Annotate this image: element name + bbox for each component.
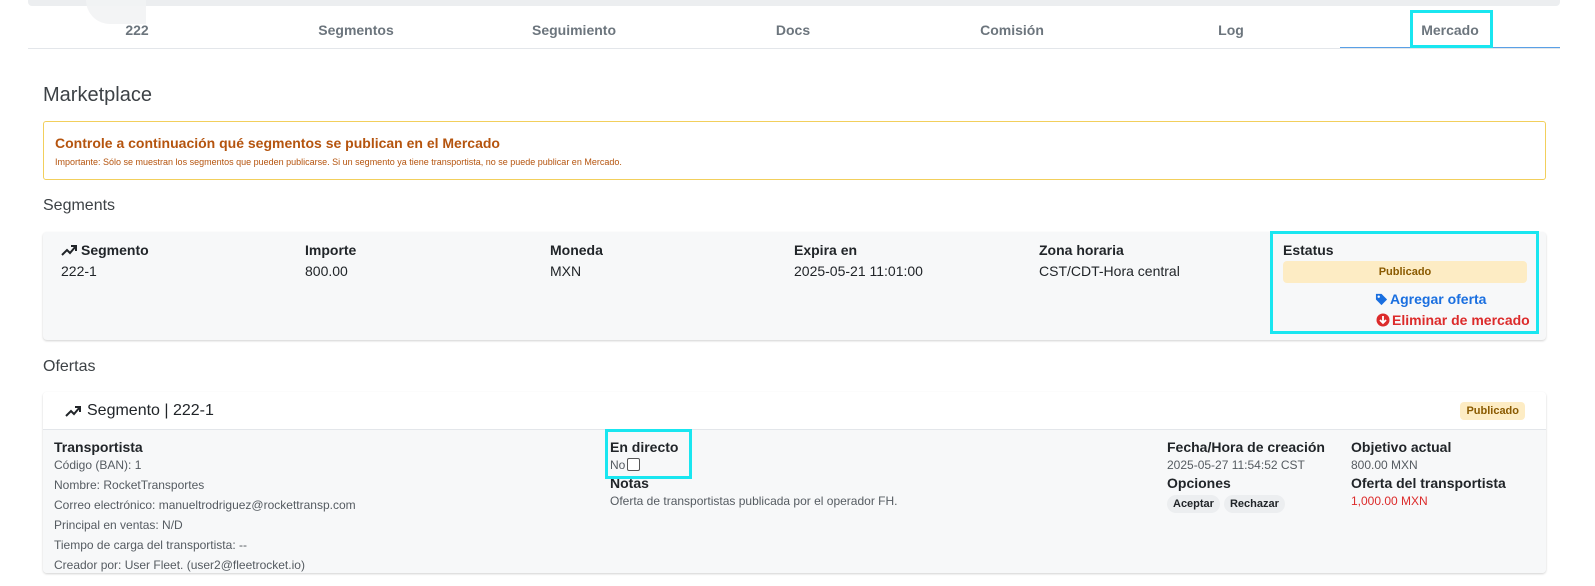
target-value: 800.00 MXN bbox=[1351, 458, 1418, 472]
currency-header: Moneda bbox=[550, 242, 603, 258]
segments-heading: Segments bbox=[43, 197, 116, 214]
expires-header: Expira en bbox=[794, 242, 858, 258]
target-heading: Objetivo actual bbox=[1351, 439, 1452, 455]
tab-docs[interactable]: Docs bbox=[684, 12, 902, 48]
page-title: Marketplace bbox=[43, 84, 152, 106]
offers-heading: Ofertas bbox=[43, 358, 96, 375]
carrier-load-time: Tiempo de carga del transportista: -- bbox=[54, 538, 247, 552]
offer-title-text: Segmento | 222-1 bbox=[87, 402, 214, 419]
currency-column: Moneda MXN bbox=[550, 242, 603, 279]
accept-button[interactable]: Aceptar bbox=[1167, 495, 1220, 513]
carrier-email: Correo electrónico: manueltrodriguez@roc… bbox=[54, 498, 356, 512]
offer-title: Segmento | 222-1 bbox=[65, 402, 214, 420]
offer-status-badge: Publicado bbox=[1460, 402, 1525, 420]
offer-card: Segmento | 222-1 Publicado Transportista… bbox=[43, 392, 1546, 573]
tab-222[interactable]: 222 bbox=[28, 12, 246, 48]
amount-value: 800.00 bbox=[305, 263, 348, 279]
timezone-column: Zona horaria CST/CDT-Hora central bbox=[1039, 242, 1180, 279]
tab-bar: 222 Segmentos Seguimiento Docs Comisión … bbox=[28, 12, 1560, 49]
expires-value: 2025-05-21 11:01:00 bbox=[794, 263, 923, 279]
trending-up-icon bbox=[65, 406, 81, 417]
segment-value: 222-1 bbox=[61, 263, 97, 279]
target-info: Objetivo actual 800.00 MXN Oferta del tr… bbox=[1351, 439, 1506, 511]
carrier-info: Transportista Código (BAN): 1 Nombre: Ro… bbox=[54, 439, 356, 573]
tab-segmentos[interactable]: Segmentos bbox=[247, 12, 465, 48]
highlight-live bbox=[605, 429, 692, 479]
currency-value: MXN bbox=[550, 263, 582, 279]
carrier-offer-heading: Oferta del transportista bbox=[1351, 475, 1506, 491]
alert-note: Importante: Sólo se muestran los segment… bbox=[55, 157, 622, 167]
offer-header: Segmento | 222-1 Publicado bbox=[43, 392, 1546, 430]
segment-column: Segmento 222-1 bbox=[61, 242, 149, 279]
created-heading: Fecha/Hora de creación bbox=[1167, 439, 1325, 455]
carrier-offer-value: 1,000.00 MXN bbox=[1351, 494, 1428, 508]
carrier-sales: Principal en ventas: N/D bbox=[54, 518, 183, 532]
alert-title: Controle a continuación qué segmentos se… bbox=[55, 135, 500, 151]
amount-header: Importe bbox=[305, 242, 357, 258]
highlight-status bbox=[1270, 231, 1539, 334]
carrier-creator: Creador por: User Fleet. (user2@fleetroc… bbox=[54, 558, 305, 572]
options-heading: Opciones bbox=[1167, 475, 1231, 491]
timezone-value: CST/CDT-Hora central bbox=[1039, 263, 1180, 279]
carrier-code: Código (BAN): 1 bbox=[54, 458, 142, 472]
segment-header: Segmento bbox=[81, 242, 149, 258]
top-strip bbox=[28, 0, 1560, 6]
created-info: Fecha/Hora de creación 2025-05-27 11:54:… bbox=[1167, 439, 1325, 513]
trending-up-icon bbox=[61, 245, 77, 256]
expires-column: Expira en 2025-05-21 11:01:00 bbox=[794, 242, 923, 279]
info-alert: Controle a continuación qué segmentos se… bbox=[43, 121, 1546, 180]
tab-log[interactable]: Log bbox=[1122, 12, 1340, 48]
timezone-header: Zona horaria bbox=[1039, 242, 1124, 258]
tab-comision[interactable]: Comisión bbox=[903, 12, 1121, 48]
reject-button[interactable]: Rechazar bbox=[1223, 495, 1285, 513]
carrier-name: Nombre: RocketTransportes bbox=[54, 478, 205, 492]
created-value: 2025-05-27 11:54:52 CST bbox=[1167, 458, 1305, 472]
tab-seguimiento[interactable]: Seguimiento bbox=[465, 12, 683, 48]
offer-body: Transportista Código (BAN): 1 Nombre: Ro… bbox=[43, 430, 1546, 573]
carrier-heading: Transportista bbox=[54, 439, 143, 455]
highlight-tab-mercado bbox=[1410, 10, 1493, 48]
notes-text: Oferta de transportistas publicada por e… bbox=[610, 494, 898, 508]
amount-column: Importe 800.00 bbox=[305, 242, 356, 279]
